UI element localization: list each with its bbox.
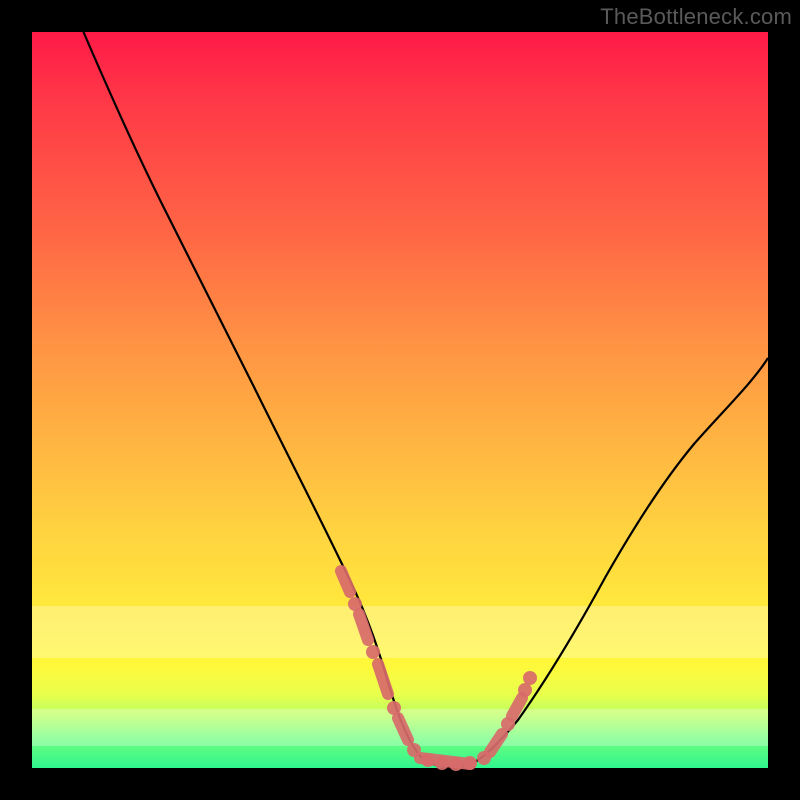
curve-svg	[32, 32, 768, 768]
marker-dot	[449, 757, 463, 771]
bottleneck-curve	[84, 32, 769, 767]
marker-seg-left-1	[341, 571, 350, 592]
plot-area	[32, 32, 768, 768]
marker-seg-left-2	[359, 614, 368, 640]
marker-dot	[366, 645, 380, 659]
marker-seg-left-4	[398, 718, 408, 740]
marker-dot	[435, 756, 449, 770]
marker-dot	[463, 756, 477, 770]
marker-dot	[518, 683, 532, 697]
chart-frame: TheBottleneck.com	[0, 0, 800, 800]
marker-cluster	[341, 571, 537, 771]
marker-seg-right-1	[490, 734, 502, 752]
marker-seg-left-3	[378, 664, 388, 694]
marker-dot	[523, 671, 537, 685]
marker-dot	[421, 753, 435, 767]
watermark-text: TheBottleneck.com	[600, 4, 792, 30]
marker-seg-right-2	[512, 698, 522, 716]
